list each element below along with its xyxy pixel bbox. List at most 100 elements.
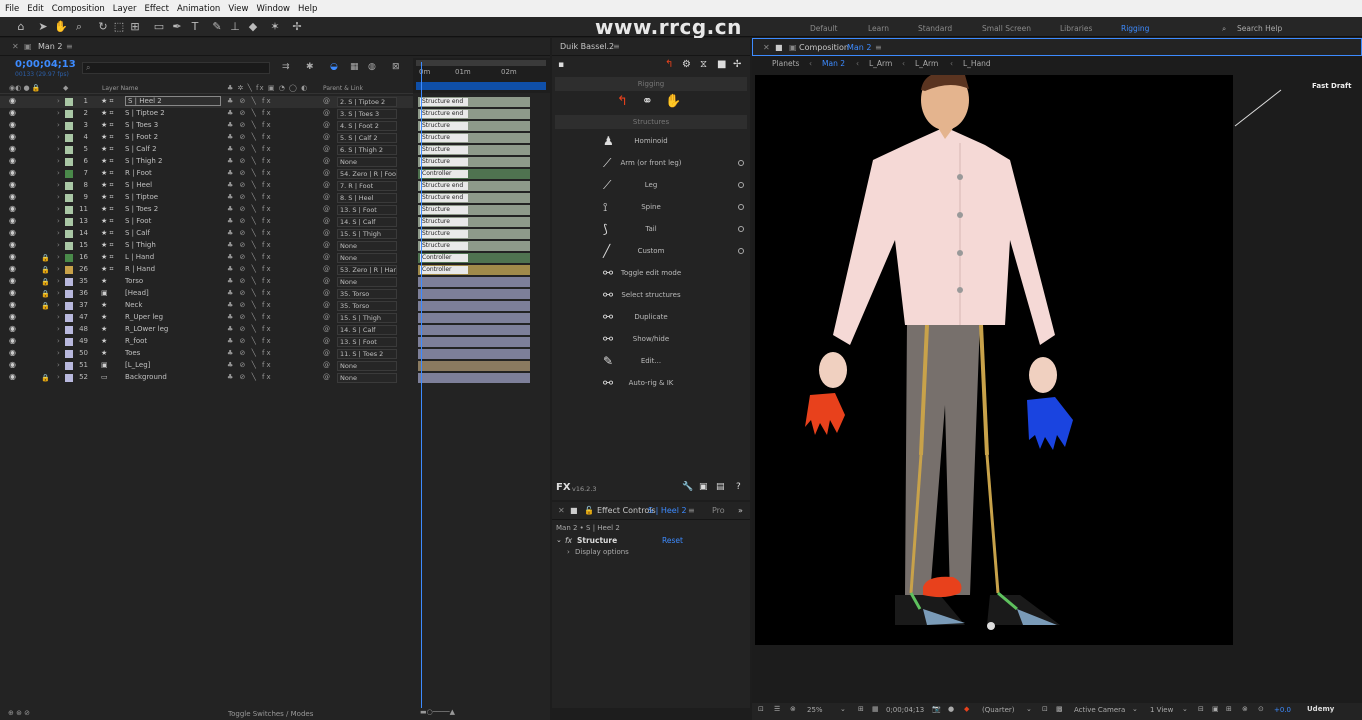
label-color-swatch[interactable] [65,158,73,166]
expand-twirl-icon[interactable]: › [57,373,60,381]
parent-pickwhip-icon[interactable]: @ [323,217,330,225]
label-color-swatch[interactable] [65,110,73,118]
views-dropdown[interactable]: 1 View [1150,706,1173,714]
label-color-swatch[interactable] [65,134,73,142]
layer-duration-bar[interactable]: Structure end [418,193,530,203]
panel-menu-icon[interactable]: ≡ [613,42,620,51]
layer-row[interactable]: ◉ › 3 ★ ⌗ S | Toes 3 ♣ ⊘ ╲ fx @4. S | Foot 2 [0,120,413,132]
edit-button[interactable]: ✎ Edit... [555,352,747,372]
show-channel-icon[interactable]: ● [948,705,954,713]
breadcrumb-l-arm-1[interactable]: L_Arm [869,59,892,68]
panel-menu-icon[interactable]: ≡ [875,43,882,52]
lock-icon[interactable]: ■ [570,506,578,515]
time-ruler[interactable]: 0m 01m 02m [413,58,550,93]
expand-twirl-icon[interactable]: › [57,313,60,321]
parent-pickwhip-icon[interactable]: @ [323,277,330,285]
current-time-status[interactable]: 0;00;04;13 [886,706,924,714]
label-color-swatch[interactable] [65,278,73,286]
effect-reset-link[interactable]: Reset [662,536,683,545]
layer-duration-bar[interactable]: Structure [418,217,530,227]
layer-switches-icons[interactable]: ♣ ⊘ ╲ fx [227,253,273,261]
breadcrumb-man2[interactable]: Man 2 [822,59,845,68]
layer-switches-icons[interactable]: ♣ ⊘ ╲ fx [227,361,273,369]
visibility-eye-icon[interactable]: ◉ [9,337,17,345]
composition-viewer[interactable] [755,70,1233,645]
parent-dropdown[interactable]: None [337,241,397,251]
visibility-eye-icon[interactable]: ◉ [9,121,17,129]
layer-name[interactable]: S | Tiptoe 2 [125,109,165,117]
layer-row[interactable]: ◉ › 49 ★ R_foot ♣ ⊘ ╲ fx @13. S | Foot [0,336,413,348]
expand-twirl-icon[interactable]: › [57,337,60,345]
layer-switches-icons[interactable]: ♣ ⊘ ╲ fx [227,121,273,129]
menu-window[interactable]: Window [256,4,290,14]
arm-button[interactable]: ⟋ Arm (or front leg) [555,154,747,174]
parent-dropdown[interactable]: None [337,253,397,263]
views-chevron-icon[interactable]: ⌄ [1182,705,1188,713]
parent-pickwhip-icon[interactable]: @ [323,241,330,249]
layer-row[interactable]: ◉ › 5 ★ ⌗ S | Calf 2 ♣ ⊘ ╲ fx @6. S | Thigh 2 [0,144,413,156]
expand-twirl-icon[interactable]: › [57,361,60,369]
parent-pickwhip-icon[interactable]: @ [323,133,330,141]
parent-dropdown[interactable]: 15. S | Thigh [337,229,397,239]
expand-twirl-icon[interactable]: › [57,133,60,141]
lock-icon[interactable]: 🔒 [41,266,50,274]
layer-switches-icons[interactable]: ♣ ⊘ ╲ fx [227,145,273,153]
layer-name-header[interactable]: Layer Name [102,85,138,92]
camera-tool-icon[interactable]: ⬚ [112,20,126,34]
layer-name[interactable]: R | Foot [125,169,152,177]
zoom-slider-icon[interactable]: ▬○────▲ [420,708,455,716]
layer-row[interactable]: ◉ 🔒 › 16 ★ ⌗ L | Hand ♣ ⊘ ╲ fx @ None [0,252,413,264]
layer-row[interactable]: ◉ › 47 ★ R_Uper leg ♣ ⊘ ╲ fx @15. S | Thigh [0,312,413,324]
layer-name[interactable]: Torso [125,277,143,285]
parent-pickwhip-icon[interactable]: @ [323,301,330,309]
display-options-expand-icon[interactable]: › [567,548,570,556]
layer-row[interactable]: ◉ 🔒 › 36 ▣ [Head] ♣ ⊘ ╲ fx @35. Torso [0,288,413,300]
rotate-tool-icon[interactable]: ↻ [96,20,110,34]
layer-switches-icons[interactable]: ♣ ⊘ ╲ fx [227,265,273,273]
workspace-default[interactable]: Default [810,24,837,33]
layer-name[interactable]: S | Toes 3 [125,121,158,129]
show-hide-button[interactable]: ⚯ Show/hide [555,330,747,350]
visibility-eye-icon[interactable]: ◉ [9,277,17,285]
visibility-eye-icon[interactable]: ◉ [9,361,17,369]
parent-dropdown[interactable]: 14. S | Calf [337,325,397,335]
layer-name[interactable]: S | Calf 2 [125,145,157,153]
layer-duration-bar[interactable] [418,349,530,359]
layer-row[interactable]: ◉ 🔒 › 37 ★ Neck ♣ ⊘ ╲ fx @35. Torso [0,300,413,312]
search-help-field[interactable]: Search Help [1237,24,1282,33]
menu-effect[interactable]: Effect [145,4,169,14]
camera-dropdown[interactable]: Active Camera [1074,706,1125,714]
layer-duration-bar[interactable] [418,313,530,323]
mask-visibility-icon[interactable]: ☰ [774,705,780,713]
parent-pickwhip-icon[interactable]: @ [323,265,330,273]
duplicate-button[interactable]: ⚯ Duplicate [555,308,747,328]
work-area-bar[interactable] [416,60,546,66]
visibility-eye-icon[interactable]: ◉ [9,265,17,273]
expand-twirl-icon[interactable]: › [57,217,60,225]
puppet-pin-icon[interactable]: ✢ [290,20,304,34]
label-color-swatch[interactable] [65,182,73,190]
parent-pickwhip-icon[interactable]: @ [323,121,330,129]
label-color-swatch[interactable] [65,218,73,226]
visibility-eye-icon[interactable]: ◉ [9,181,17,189]
parent-dropdown[interactable]: 3. S | Toes 3 [337,109,397,119]
parent-pickwhip-icon[interactable]: @ [323,337,330,345]
comp-flowchart-icon[interactable]: ⇉ [282,62,290,72]
visibility-eye-icon[interactable]: ◉ [9,133,17,141]
toggle-edit-mode-button[interactable]: ⚯ Toggle edit mode [555,264,747,284]
clone-stamp-icon[interactable]: ⊥ [228,20,242,34]
parent-pickwhip-icon[interactable]: @ [323,109,330,117]
parent-dropdown[interactable]: None [337,361,397,371]
layer-row[interactable]: ◉ › 2 ★ ⌗ S | Tiptoe 2 ♣ ⊘ ╲ fx @3. S | Toes 3 [0,108,413,120]
layer-name[interactable]: S | Tiptoe [125,193,158,201]
expand-twirl-icon[interactable]: › [57,109,60,117]
selection-tool-icon[interactable]: ➤ [36,20,50,34]
layer-switches-icons[interactable]: ♣ ⊘ ╲ fx [227,157,273,165]
current-time-display[interactable]: 0;00;04;13 [15,59,76,70]
breadcrumb-planets[interactable]: Planets [772,59,799,68]
visibility-eye-icon[interactable]: ◉ [9,205,17,213]
layer-row[interactable]: ◉ › 51 ▣ [L_Leg] ♣ ⊘ ╲ fx @ None [0,360,413,372]
layer-duration-bar[interactable]: Structure end [418,181,530,191]
expand-twirl-icon[interactable]: › [57,289,60,297]
duik-hand-icon[interactable]: ✋ [665,94,681,109]
